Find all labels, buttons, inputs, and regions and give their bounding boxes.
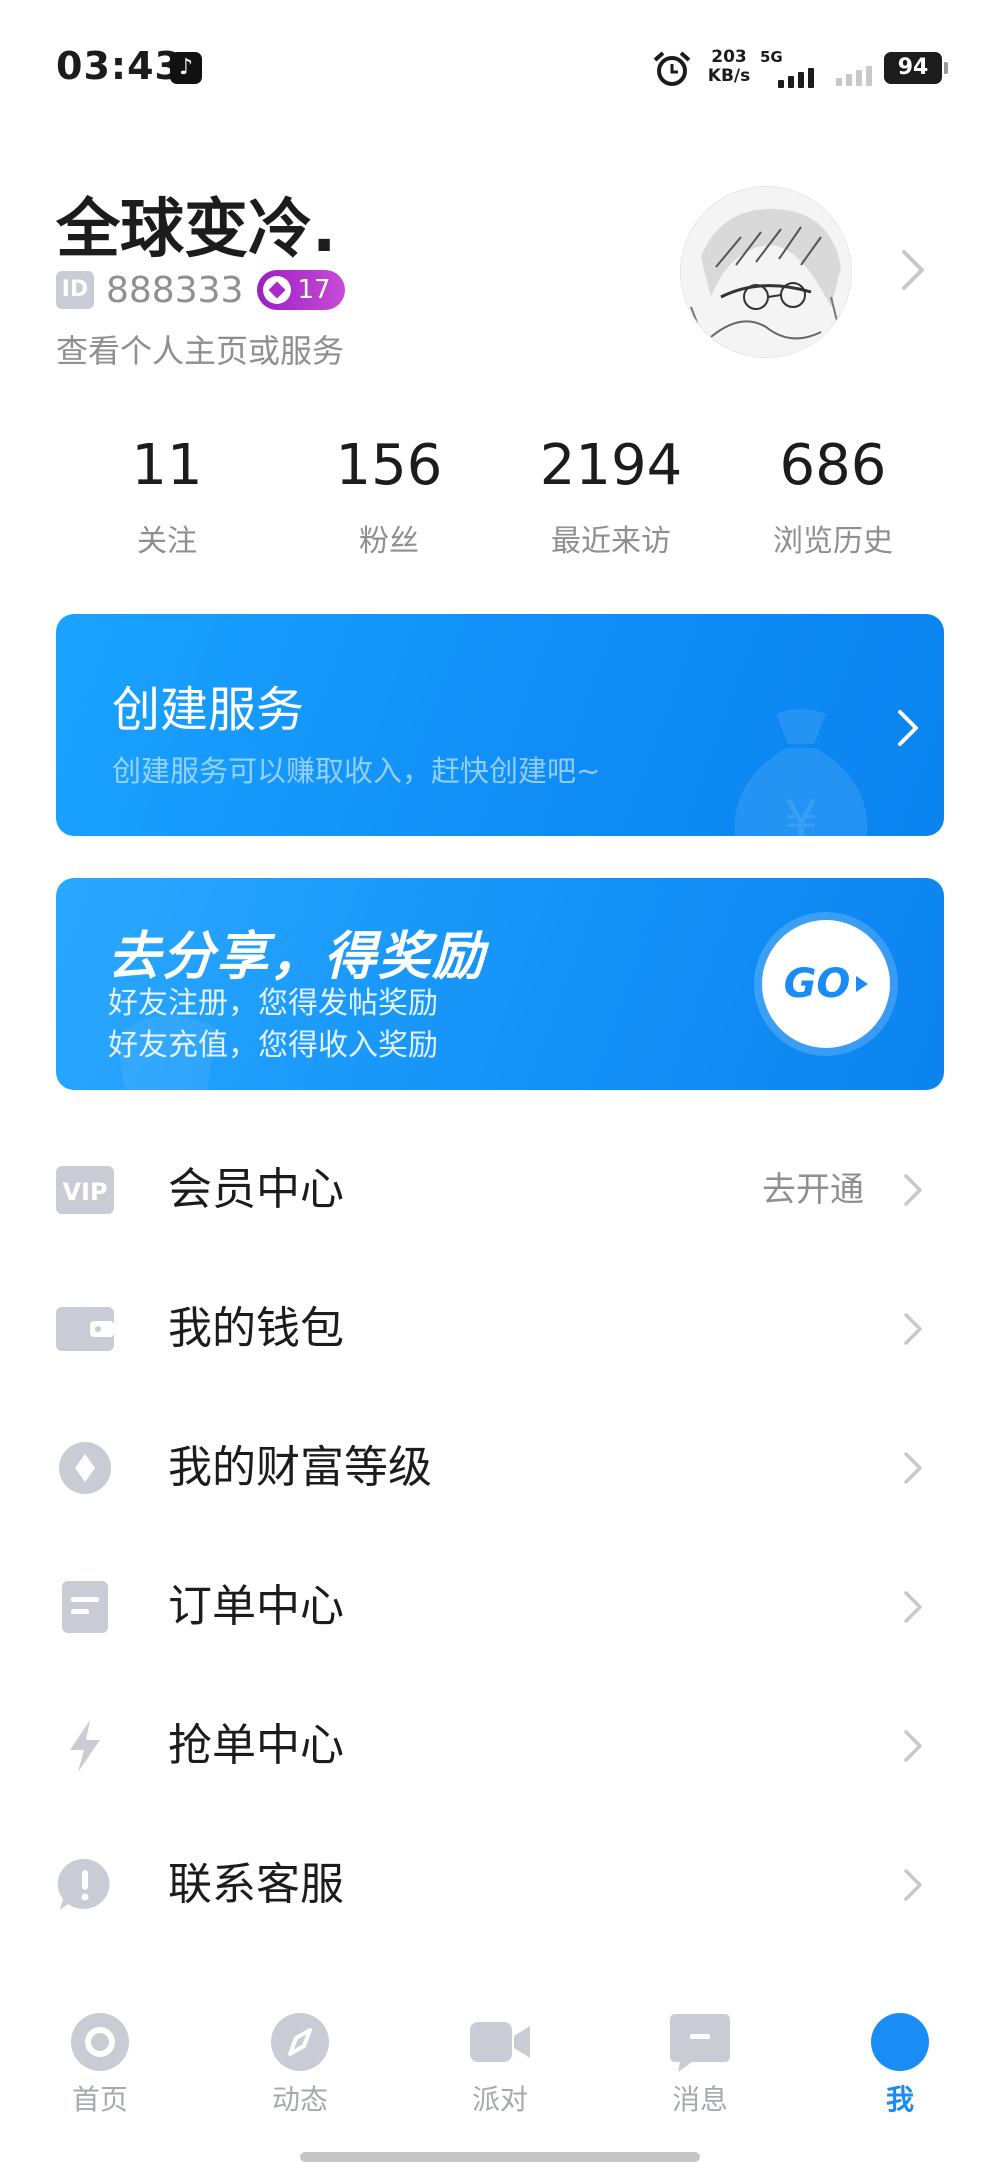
menu-item-vip-center[interactable]: VIP 会员中心 去开通 xyxy=(0,1120,1000,1259)
chevron-right-icon xyxy=(904,1869,922,1901)
go-button[interactable]: GO xyxy=(762,920,890,1048)
chevron-right-icon xyxy=(898,710,918,746)
avatar[interactable] xyxy=(680,186,852,358)
stat-label: 最近来访 xyxy=(551,524,671,559)
video-camera-icon xyxy=(470,2022,530,2062)
chevron-right-icon xyxy=(904,1591,922,1623)
wallet-icon xyxy=(56,1307,114,1351)
document-icon xyxy=(62,1581,108,1633)
tiktok-notification-icon: ♪ xyxy=(170,52,202,84)
network-type: 5G xyxy=(760,48,783,66)
tab-label: 消息 xyxy=(671,2083,728,2116)
tab-feed[interactable]: 动态 xyxy=(240,2006,360,2126)
network-speed-value: 203 xyxy=(711,47,747,67)
status-bar: 03:43 ♪ 203 KB/s 5G 94 xyxy=(0,0,1000,136)
battery-icon: 94 xyxy=(884,52,948,84)
stat-value: 686 xyxy=(779,433,887,498)
menu-hint: 去开通 xyxy=(762,1170,864,1210)
home-indicator[interactable] xyxy=(300,2152,700,2162)
lightning-icon xyxy=(70,1720,100,1772)
create-service-title: 创建服务 xyxy=(112,682,305,738)
diamond-icon xyxy=(59,1442,111,1494)
status-time: 03:43 xyxy=(56,44,182,88)
menu-label: 我的钱包 xyxy=(168,1303,344,1354)
menu-item-order-center[interactable]: 订单中心 xyxy=(0,1537,1000,1676)
stat-followers[interactable]: 156 粉丝 xyxy=(278,430,500,560)
menu-item-customer-service[interactable]: 联系客服 xyxy=(0,1815,1000,1954)
share-reward-card[interactable]: 去分享，得奖励 好友注册，您得发帖奖励 好友充值，您得收入奖励 GO xyxy=(56,878,944,1090)
tab-home[interactable]: 首页 xyxy=(40,2006,160,2126)
svg-text:¥: ¥ xyxy=(784,789,818,836)
profile-subtitle[interactable]: 查看个人主页或服务 xyxy=(56,326,344,372)
home-icon xyxy=(71,2013,129,2071)
message-icon xyxy=(670,2014,730,2072)
network-speed-unit: KB/s xyxy=(707,66,751,86)
cell-signal-2-icon xyxy=(836,62,872,86)
chevron-right-icon xyxy=(904,1313,922,1345)
bottom-tab-bar: 首页 动态 派对 消息 我 xyxy=(0,2006,1000,2146)
create-service-description: 创建服务可以赚取收入，赶快创建吧~ xyxy=(112,754,601,788)
network-speed: 203 KB/s xyxy=(706,48,752,86)
tab-label: 首页 xyxy=(71,2083,128,2116)
profile-icon xyxy=(871,2013,929,2071)
menu-label: 我的财富等级 xyxy=(168,1442,432,1493)
alarm-icon xyxy=(653,51,691,86)
battery-level: 94 xyxy=(897,55,929,80)
create-service-card[interactable]: ¥ 创建服务 创建服务可以赚取收入，赶快创建吧~ xyxy=(56,614,944,836)
share-reward-line1: 好友注册，您得发帖奖励 xyxy=(108,986,438,1021)
menu-item-wallet[interactable]: 我的钱包 xyxy=(0,1259,1000,1398)
stat-value: 2194 xyxy=(539,433,683,498)
wealth-level-badge[interactable]: 17 xyxy=(257,270,345,310)
tab-label: 动态 xyxy=(271,2083,328,2116)
play-arrow-icon xyxy=(856,976,869,992)
diamond-icon xyxy=(263,276,292,304)
menu-list: VIP 会员中心 去开通 我的钱包 我的财富等级 订单中心 抢单中心 联系客服 xyxy=(0,1120,1000,1954)
menu-label: 抢单中心 xyxy=(168,1720,344,1771)
stat-browsing-history[interactable]: 686 浏览历史 xyxy=(722,430,944,560)
stat-label: 浏览历史 xyxy=(773,524,893,559)
money-bag-icon: ¥ xyxy=(734,709,868,836)
chevron-right-icon xyxy=(904,1730,922,1762)
tab-label: 派对 xyxy=(471,2083,528,2116)
cell-signal-5g-icon: 5G xyxy=(760,48,818,88)
compass-icon xyxy=(271,2013,329,2071)
profile-id-row: ID 888333 17 xyxy=(56,268,345,312)
menu-item-wealth-level[interactable]: 我的财富等级 xyxy=(0,1398,1000,1537)
chevron-right-icon xyxy=(904,1452,922,1484)
menu-label: 会员中心 xyxy=(168,1164,344,1215)
profile-chevron-icon[interactable] xyxy=(898,248,928,292)
id-tag: ID xyxy=(56,271,94,309)
profile-id: 888333 xyxy=(106,269,244,311)
tab-messages[interactable]: 消息 xyxy=(640,2006,760,2126)
stat-recent-visitors[interactable]: 2194 最近来访 xyxy=(500,430,722,560)
go-label: GO xyxy=(783,961,851,1007)
menu-item-grab-order-center[interactable]: 抢单中心 xyxy=(0,1676,1000,1815)
stat-label: 粉丝 xyxy=(359,524,419,559)
wealth-level-value: 17 xyxy=(297,275,331,305)
profile-name[interactable]: 全球变冷. xyxy=(56,178,336,270)
stat-value: 156 xyxy=(335,433,443,498)
profile-stats: 11 关注 156 粉丝 2194 最近来访 686 浏览历史 xyxy=(56,430,944,560)
vip-icon: VIP xyxy=(56,1166,114,1214)
menu-label: 订单中心 xyxy=(168,1581,344,1632)
stat-value: 11 xyxy=(131,433,203,498)
exclamation-icon xyxy=(57,1859,110,1910)
tab-me[interactable]: 我 xyxy=(840,2006,960,2126)
share-reward-line2: 好友充值，您得收入奖励 xyxy=(108,1028,438,1063)
avatar-illustration xyxy=(681,187,851,357)
tab-party[interactable]: 派对 xyxy=(440,2006,560,2126)
chevron-right-icon xyxy=(904,1174,922,1206)
stat-label: 关注 xyxy=(137,524,197,559)
stat-following[interactable]: 11 关注 xyxy=(56,430,278,560)
svg-text:VIP: VIP xyxy=(62,1178,107,1206)
menu-label: 联系客服 xyxy=(168,1859,344,1910)
tab-label: 我 xyxy=(885,2083,914,2116)
